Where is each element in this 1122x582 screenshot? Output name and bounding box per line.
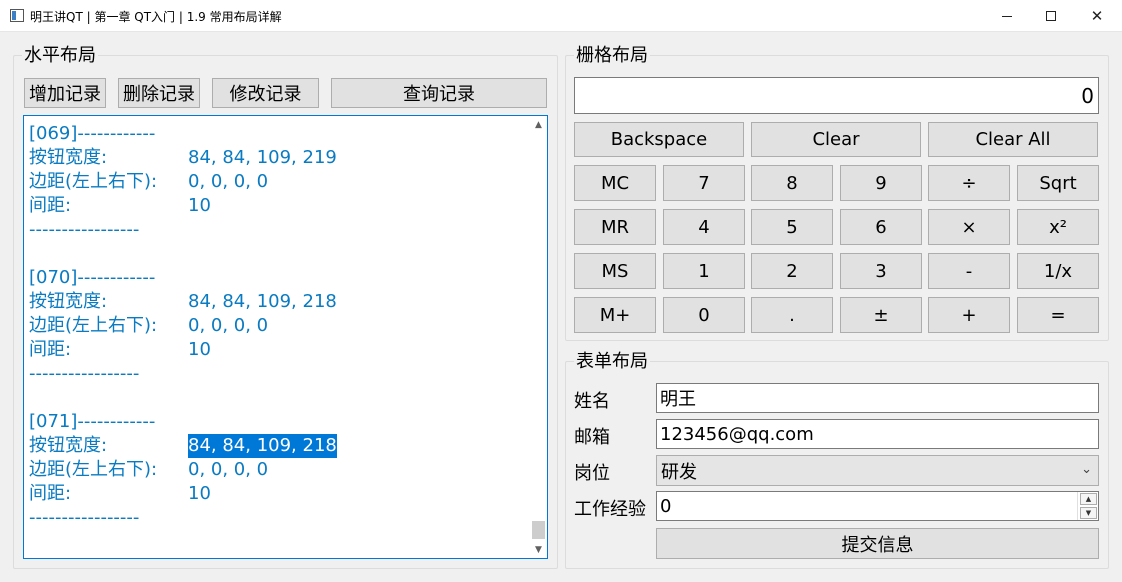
calc-key-button[interactable]: 6 bbox=[840, 209, 922, 245]
add-record-button[interactable]: 增加记录 bbox=[24, 78, 106, 108]
log-value: 84, 84, 109, 219 bbox=[188, 147, 337, 168]
experience-label: 工作经验 bbox=[574, 499, 646, 520]
name-field[interactable]: 明王 bbox=[656, 383, 1099, 413]
chevron-down-icon: ⌄ bbox=[1081, 462, 1092, 477]
submit-button[interactable]: 提交信息 bbox=[656, 528, 1099, 559]
modify-record-button[interactable]: 修改记录 bbox=[212, 78, 319, 108]
query-record-button[interactable]: 查询记录 bbox=[331, 78, 547, 108]
log-key: [069]------------ bbox=[29, 123, 156, 144]
name-label: 姓名 bbox=[574, 391, 610, 412]
spin-up-icon[interactable]: ▲ bbox=[1080, 493, 1097, 505]
hbox-group-title: 水平布局 bbox=[22, 45, 98, 66]
minimize-icon bbox=[1002, 15, 1012, 17]
calc-key-button[interactable]: 9 bbox=[840, 165, 922, 201]
experience-spinbox[interactable]: 0 ▲ ▼ bbox=[656, 491, 1099, 521]
log-key: ----------------- bbox=[29, 219, 140, 240]
calculator-display[interactable]: 0 bbox=[574, 77, 1099, 114]
spin-buttons: ▲ ▼ bbox=[1077, 492, 1098, 520]
scroll-up-icon[interactable]: ▲ bbox=[530, 116, 547, 133]
log-value-selected: 84, 84, 109, 218 bbox=[188, 434, 337, 458]
form-group-title: 表单布局 bbox=[574, 351, 650, 372]
close-icon: ✕ bbox=[1090, 7, 1104, 25]
email-field[interactable]: 123456@qq.com bbox=[656, 419, 1099, 449]
spin-down-icon[interactable]: ▼ bbox=[1080, 507, 1097, 519]
log-key: [071]------------ bbox=[29, 411, 156, 432]
calc-key-button[interactable]: 3 bbox=[840, 253, 922, 289]
calc-key-button[interactable]: = bbox=[1017, 297, 1099, 333]
calc-key-button[interactable]: x² bbox=[1017, 209, 1099, 245]
calc-key-button[interactable]: ÷ bbox=[928, 165, 1010, 201]
calc-key-button[interactable]: Sqrt bbox=[1017, 165, 1099, 201]
email-label: 邮箱 bbox=[574, 427, 610, 448]
log-key: 边距(左上右下): bbox=[29, 171, 158, 192]
minimize-button[interactable] bbox=[984, 0, 1030, 32]
calc-key-button[interactable]: ± bbox=[840, 297, 922, 333]
close-button[interactable]: ✕ bbox=[1074, 0, 1120, 32]
log-scrollbar[interactable]: ▲ ▼ bbox=[530, 116, 547, 558]
log-key: 按钮宽度: bbox=[29, 147, 108, 168]
calc-key-button[interactable]: - bbox=[928, 253, 1010, 289]
experience-value: 0 bbox=[660, 495, 672, 517]
calc-key-button[interactable]: 0 bbox=[663, 297, 745, 333]
log-key: 按钮宽度: bbox=[29, 291, 108, 312]
log-value: 84, 84, 109, 218 bbox=[188, 291, 337, 312]
log-key: 边距(左上右下): bbox=[29, 315, 158, 336]
calc-key-button[interactable]: 2 bbox=[751, 253, 833, 289]
post-select-value: 研发 bbox=[661, 461, 697, 483]
title-bar: 明王讲QT | 第一章 QT入门 | 1.9 常用布局详解 ✕ bbox=[0, 0, 1122, 32]
log-value: 0, 0, 0, 0 bbox=[188, 315, 269, 336]
calc-key-button[interactable]: + bbox=[928, 297, 1010, 333]
log-textarea[interactable]: [069]------------ 按钮宽度: 84, 84, 109, 219 边距… bbox=[23, 115, 548, 559]
delete-record-button[interactable]: 删除记录 bbox=[118, 78, 200, 108]
calc-key-button[interactable]: MC bbox=[574, 165, 656, 201]
log-key: ----------------- bbox=[29, 363, 140, 384]
maximize-button[interactable] bbox=[1028, 0, 1074, 32]
log-key: 间距: bbox=[29, 339, 72, 360]
app-icon bbox=[10, 9, 24, 22]
calc-clear-button[interactable]: Clear bbox=[751, 122, 921, 157]
log-value: 10 bbox=[188, 483, 211, 504]
scroll-thumb[interactable] bbox=[532, 521, 545, 539]
log-key: 边距(左上右下): bbox=[29, 459, 158, 480]
calc-key-button[interactable]: MR bbox=[574, 209, 656, 245]
post-label: 岗位 bbox=[574, 463, 610, 484]
calc-key-button[interactable]: 1/x bbox=[1017, 253, 1099, 289]
log-value: 10 bbox=[188, 195, 211, 216]
calc-key-button[interactable]: 7 bbox=[663, 165, 745, 201]
log-key: 间距: bbox=[29, 483, 72, 504]
log-key: [070]------------ bbox=[29, 267, 156, 288]
log-value: 0, 0, 0, 0 bbox=[188, 459, 269, 480]
scroll-down-icon[interactable]: ▼ bbox=[530, 541, 547, 558]
calc-key-button[interactable]: MS bbox=[574, 253, 656, 289]
window-title: 明王讲QT | 第一章 QT入门 | 1.9 常用布局详解 bbox=[30, 10, 282, 24]
log-key: ----------------- bbox=[29, 507, 140, 528]
calc-key-button[interactable]: × bbox=[928, 209, 1010, 245]
calc-key-button[interactable]: 1 bbox=[663, 253, 745, 289]
log-key: 按钮宽度: bbox=[29, 435, 108, 456]
calc-key-button[interactable]: . bbox=[751, 297, 833, 333]
calc-clear-all-button[interactable]: Clear All bbox=[928, 122, 1098, 157]
calc-key-button[interactable]: 8 bbox=[751, 165, 833, 201]
log-value: 0, 0, 0, 0 bbox=[188, 171, 269, 192]
calc-key-button[interactable]: 5 bbox=[751, 209, 833, 245]
post-select[interactable]: 研发 ⌄ bbox=[656, 455, 1099, 486]
calc-backspace-button[interactable]: Backspace bbox=[574, 122, 744, 157]
calc-key-button[interactable]: 4 bbox=[663, 209, 745, 245]
grid-group-title: 栅格布局 bbox=[574, 45, 650, 66]
log-key: 间距: bbox=[29, 195, 72, 216]
maximize-icon bbox=[1046, 11, 1056, 21]
calc-key-button[interactable]: M+ bbox=[574, 297, 656, 333]
log-value: 10 bbox=[188, 339, 211, 360]
